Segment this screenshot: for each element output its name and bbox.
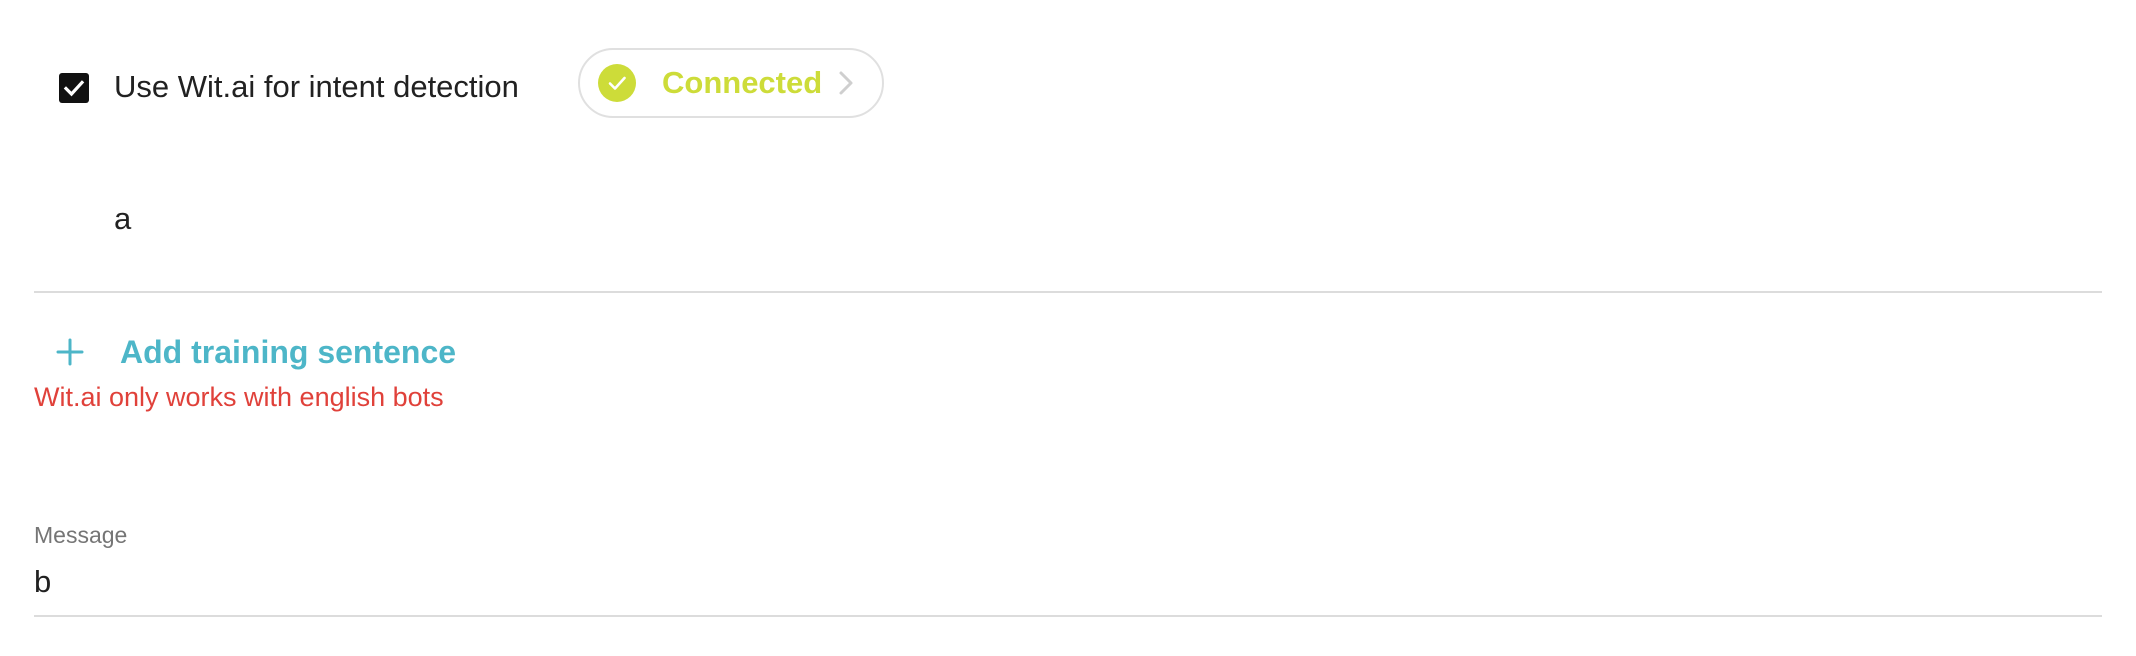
message-field-underline [34, 615, 2102, 617]
connection-status-label: Connected [662, 65, 823, 100]
training-sentence[interactable]: a [114, 200, 131, 238]
add-training-sentence-label: Add training sentence [120, 334, 457, 370]
divider [34, 291, 2102, 293]
chevron-right-icon [839, 71, 853, 95]
message-field-label: Message [34, 522, 128, 548]
add-training-sentence-button[interactable]: Add training sentence [34, 330, 456, 374]
message-field[interactable] [34, 562, 2102, 602]
wit-ai-checkbox-label[interactable]: Use Wit.ai for intent detection [114, 68, 519, 106]
checkmark-icon [63, 80, 85, 97]
plus-icon [50, 332, 90, 372]
wit-ai-checkbox[interactable] [59, 73, 89, 103]
check-circle-icon [598, 64, 636, 102]
connection-status-button[interactable]: Connected [578, 48, 884, 118]
language-warning: Wit.ai only works with english bots [34, 382, 444, 412]
